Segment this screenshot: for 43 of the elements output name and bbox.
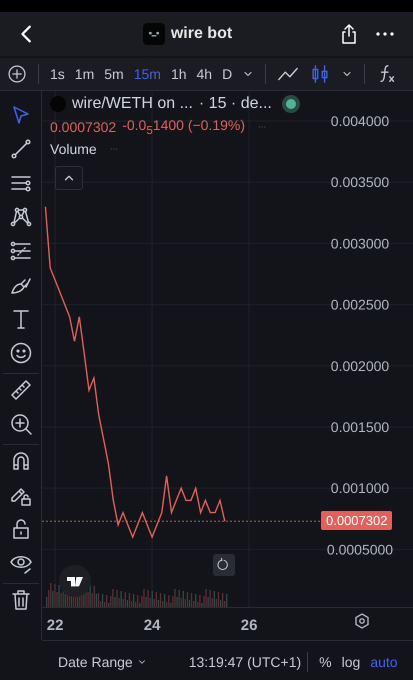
settings-icon[interactable] <box>355 613 369 629</box>
interval-label: · 15 · de... <box>198 95 272 113</box>
chat-title: wire bot <box>170 25 232 43</box>
price-axis-label: 0.003000 <box>330 235 390 252</box>
interval-tab[interactable]: 1m <box>70 61 100 87</box>
volume-label: Volume <box>50 140 97 157</box>
status-dot-icon <box>282 95 300 113</box>
price-axis-label: 0.002500 <box>330 296 390 313</box>
date-range-dropdown[interactable]: Date Range <box>58 654 147 670</box>
smiley-icon[interactable] <box>8 341 32 365</box>
price-axis-label: 0.0005000 <box>326 541 394 558</box>
interval-tab[interactable]: 1s <box>45 61 70 87</box>
last-price-badge: 0.0007302 <box>321 511 392 530</box>
fibonacci-icon[interactable] <box>8 239 32 263</box>
collapse-button[interactable] <box>55 166 83 190</box>
time-zone-label: 13:19:47 (UTC+1) <box>188 654 302 670</box>
trend-line-icon[interactable] <box>8 137 32 161</box>
price-change: -0.0$_{5}$1400 (−0.19%) <box>122 117 246 137</box>
time-axis-label: 26 <box>240 617 258 634</box>
price-axis-label: 0.003500 <box>330 174 390 190</box>
symbol-label: wire/WETH on ... <box>72 95 193 113</box>
interval-tab[interactable]: 4h <box>192 61 218 87</box>
price-axis-label: 0.002000 <box>330 358 390 374</box>
scale-option-button[interactable]: auto <box>365 654 403 670</box>
price-axis-label: 0.004000 <box>330 112 390 129</box>
time-axis-label: 24 <box>144 617 160 634</box>
tradingview-logo-icon <box>59 565 91 597</box>
time-axis-label: 22 <box>46 617 64 634</box>
bot-logo-icon <box>142 23 165 45</box>
interval-tab[interactable]: 1h <box>166 61 192 87</box>
scale-option-button[interactable]: % <box>314 654 337 670</box>
interval-tab[interactable]: 5m <box>99 61 129 87</box>
pattern-icon[interactable] <box>8 205 32 229</box>
price-value: 0.0007302 <box>50 118 116 135</box>
reset-chart-button[interactable] <box>213 554 235 576</box>
ruler-icon[interactable] <box>8 378 32 402</box>
scale-option-button[interactable]: log <box>336 654 366 670</box>
token-logo-icon <box>50 96 66 112</box>
zoom-in-icon[interactable] <box>8 412 32 436</box>
price-axis-label: 0.001000 <box>330 480 390 496</box>
add-icon[interactable] <box>7 64 27 84</box>
interval-tab[interactable]: D <box>217 61 238 87</box>
price-axis-label: 0.001500 <box>330 418 390 435</box>
